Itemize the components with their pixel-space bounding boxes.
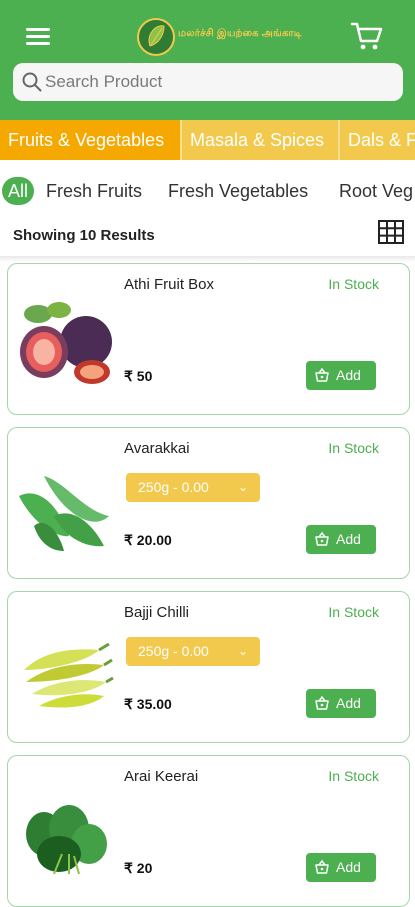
stock-status: In Stock xyxy=(328,276,379,292)
add-button-label: Add xyxy=(336,367,361,383)
product-card[interactable]: Bajji Chilli In Stock 250g - 0.00 ⌄ ₹ 35… xyxy=(7,591,410,743)
search-box[interactable] xyxy=(13,63,403,101)
subcategory-chips: All Fresh Fruits Fresh Vegetables Root V… xyxy=(0,160,415,222)
product-price: ₹ 20.00 xyxy=(124,532,172,548)
variant-value: 250g - 0.00 xyxy=(138,479,209,495)
stock-status: In Stock xyxy=(328,440,379,456)
search-icon xyxy=(22,72,42,92)
product-card[interactable]: Avarakkai In Stock 250g - 0.00 ⌄ ₹ 20.00… xyxy=(7,427,410,579)
variant-select[interactable]: 250g - 0.00 ⌄ xyxy=(126,473,260,502)
divider xyxy=(0,256,415,262)
tab-dals[interactable]: Dals & F xyxy=(340,120,415,160)
product-image-beans xyxy=(19,476,109,551)
stock-status: In Stock xyxy=(328,604,379,620)
add-button-label: Add xyxy=(336,859,361,875)
chip-all[interactable]: All xyxy=(2,177,35,205)
menu-icon[interactable] xyxy=(26,28,50,46)
tab-fruits-vegetables[interactable]: Fruits & Vegetables xyxy=(0,120,180,160)
grid-view-icon[interactable] xyxy=(377,219,405,245)
brand-name: மலர்ச்சி இயற்கை அங்காடி xyxy=(178,28,302,39)
add-button-label: Add xyxy=(336,531,361,547)
search-input[interactable] xyxy=(45,69,385,95)
category-tabs: Fruits & Vegetables Masala & Spices Dals… xyxy=(0,120,415,160)
basket-icon xyxy=(315,859,329,874)
product-image-chilli xyxy=(24,642,114,708)
results-count: Showing 10 Results xyxy=(13,227,155,244)
product-image-fig xyxy=(20,302,112,384)
app-header: மலர்ச்சி இயற்கை அங்காடி xyxy=(0,0,415,120)
basket-icon xyxy=(315,531,329,546)
variant-value: 250g - 0.00 xyxy=(138,643,209,659)
product-name[interactable]: Arai Keerai xyxy=(124,768,198,785)
product-price: ₹ 35.00 xyxy=(124,696,172,712)
stock-status: In Stock xyxy=(328,768,379,784)
add-button[interactable]: Add xyxy=(306,361,376,390)
add-button[interactable]: Add xyxy=(306,689,376,718)
variant-select[interactable]: 250g - 0.00 ⌄ xyxy=(126,637,260,666)
product-name[interactable]: Bajji Chilli xyxy=(124,604,189,621)
product-image-greens xyxy=(26,805,107,875)
chevron-down-icon: ⌄ xyxy=(237,644,248,658)
chip-root-veg[interactable]: Root Veg xyxy=(339,177,413,205)
add-button[interactable]: Add xyxy=(306,525,376,554)
basket-icon xyxy=(315,695,329,710)
chevron-down-icon: ⌄ xyxy=(237,480,248,494)
basket-icon xyxy=(315,367,329,382)
product-price: ₹ 20 xyxy=(124,860,153,876)
product-card[interactable]: Athi Fruit Box In Stock ₹ 50 Add xyxy=(7,263,410,415)
chip-fresh-fruits[interactable]: Fresh Fruits xyxy=(46,177,142,205)
product-name[interactable]: Athi Fruit Box xyxy=(124,276,214,293)
add-button[interactable]: Add xyxy=(306,853,376,882)
product-card[interactable]: Arai Keerai In Stock ₹ 20 Add xyxy=(7,755,410,907)
chip-fresh-vegetables[interactable]: Fresh Vegetables xyxy=(168,177,308,205)
tab-masala-spices[interactable]: Masala & Spices xyxy=(182,120,338,160)
add-button-label: Add xyxy=(336,695,361,711)
product-price: ₹ 50 xyxy=(124,368,153,384)
cart-icon[interactable] xyxy=(350,20,384,52)
product-name[interactable]: Avarakkai xyxy=(124,440,190,457)
